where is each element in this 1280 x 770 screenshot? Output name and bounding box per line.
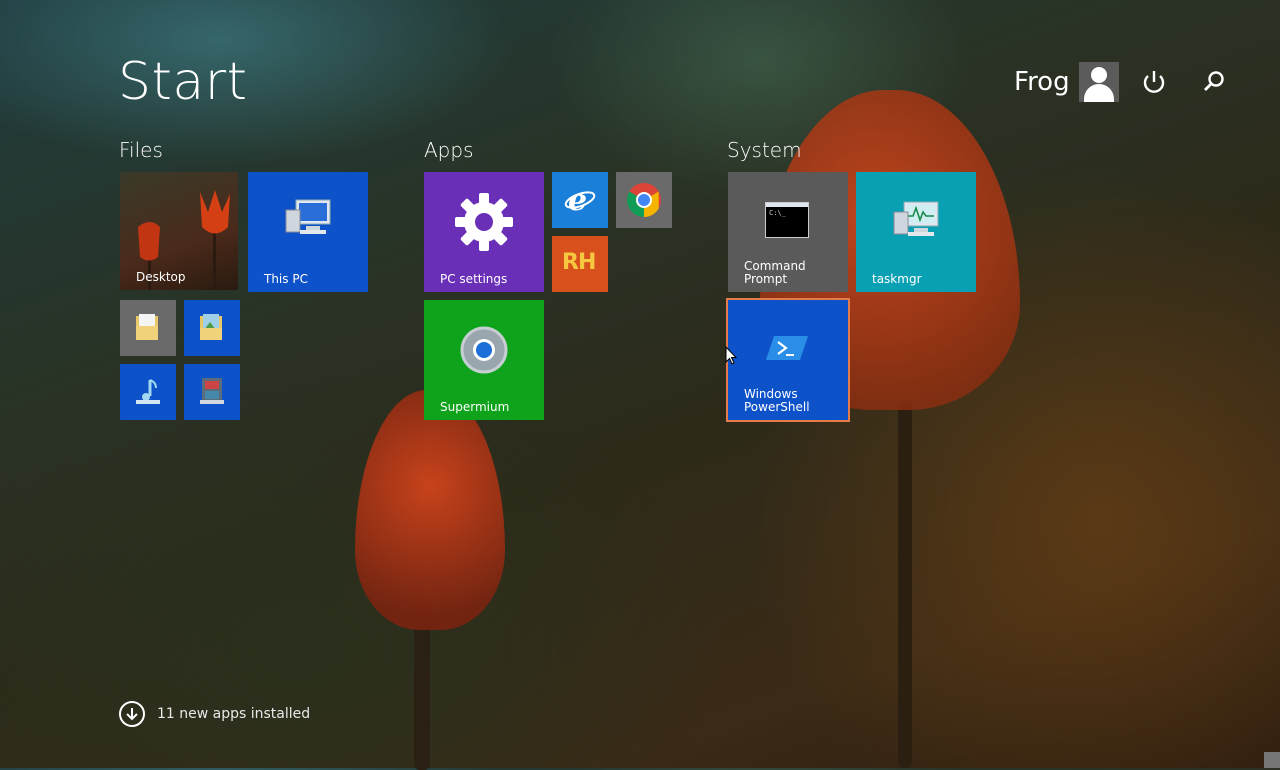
chrome-icon (626, 182, 662, 222)
tile-desktop[interactable]: Desktop (120, 172, 238, 290)
video-icon (198, 376, 226, 412)
tile-chrome[interactable] (616, 172, 672, 228)
user-icon (1078, 62, 1119, 102)
music-icon (132, 376, 164, 412)
tile-music[interactable] (120, 364, 176, 420)
command-prompt-icon: C:\_ (765, 202, 809, 238)
rh-logo: RH (562, 250, 596, 275)
power-icon[interactable] (1136, 64, 1172, 100)
cmd-prompt-text: C:\_ (769, 209, 786, 217)
internet-explorer-icon: e (564, 182, 596, 222)
tile-label: Desktop (136, 270, 186, 284)
tile-pc-settings[interactable]: PC settings (424, 172, 544, 292)
tile-this-pc[interactable]: This PC (248, 172, 368, 292)
tile-videos[interactable] (184, 364, 240, 420)
mouse-pointer-icon (725, 345, 738, 370)
tile-internet-explorer[interactable]: e (552, 172, 608, 228)
tile-label: This PC (264, 272, 308, 286)
group-label-files[interactable]: Files (119, 138, 163, 162)
user-name: Frog (1014, 67, 1070, 97)
gear-icon (454, 192, 514, 256)
group-label-apps[interactable]: Apps (424, 138, 474, 162)
tile-resource-hacker[interactable]: RH (552, 236, 608, 292)
pictures-folder-icon (198, 312, 226, 346)
new-apps-installed-text: 11 new apps installed (157, 706, 311, 722)
tile-supermium[interactable]: Supermium (424, 300, 544, 420)
tile-label: Supermium (440, 400, 510, 414)
arrow-down-circle-icon (119, 701, 145, 727)
new-apps-installed-link[interactable]: 11 new apps installed (119, 701, 310, 727)
tile-command-prompt[interactable]: C:\_ Command Prompt (728, 172, 848, 292)
tile-taskmgr[interactable]: taskmgr (856, 172, 976, 292)
page-title: Start (118, 52, 248, 112)
folder-icon (134, 312, 162, 346)
svg-text:e: e (568, 183, 587, 218)
supermium-icon (460, 326, 508, 378)
search-icon[interactable] (1196, 64, 1232, 100)
computer-icon (284, 198, 332, 244)
tile-pictures[interactable] (184, 300, 240, 356)
tile-label: Windows PowerShell (744, 387, 810, 414)
group-label-system[interactable]: System (727, 138, 802, 162)
tile-label: Command Prompt (744, 259, 806, 286)
task-manager-icon (892, 200, 940, 246)
user-account[interactable]: Frog (1014, 62, 1119, 102)
tile-label: taskmgr (872, 272, 922, 286)
powershell-icon (766, 334, 808, 366)
tile-label: PC settings (440, 272, 508, 286)
tile-documents[interactable] (120, 300, 176, 356)
tile-windows-powershell[interactable]: Windows PowerShell (726, 298, 850, 422)
corner-indicator (1264, 752, 1280, 768)
